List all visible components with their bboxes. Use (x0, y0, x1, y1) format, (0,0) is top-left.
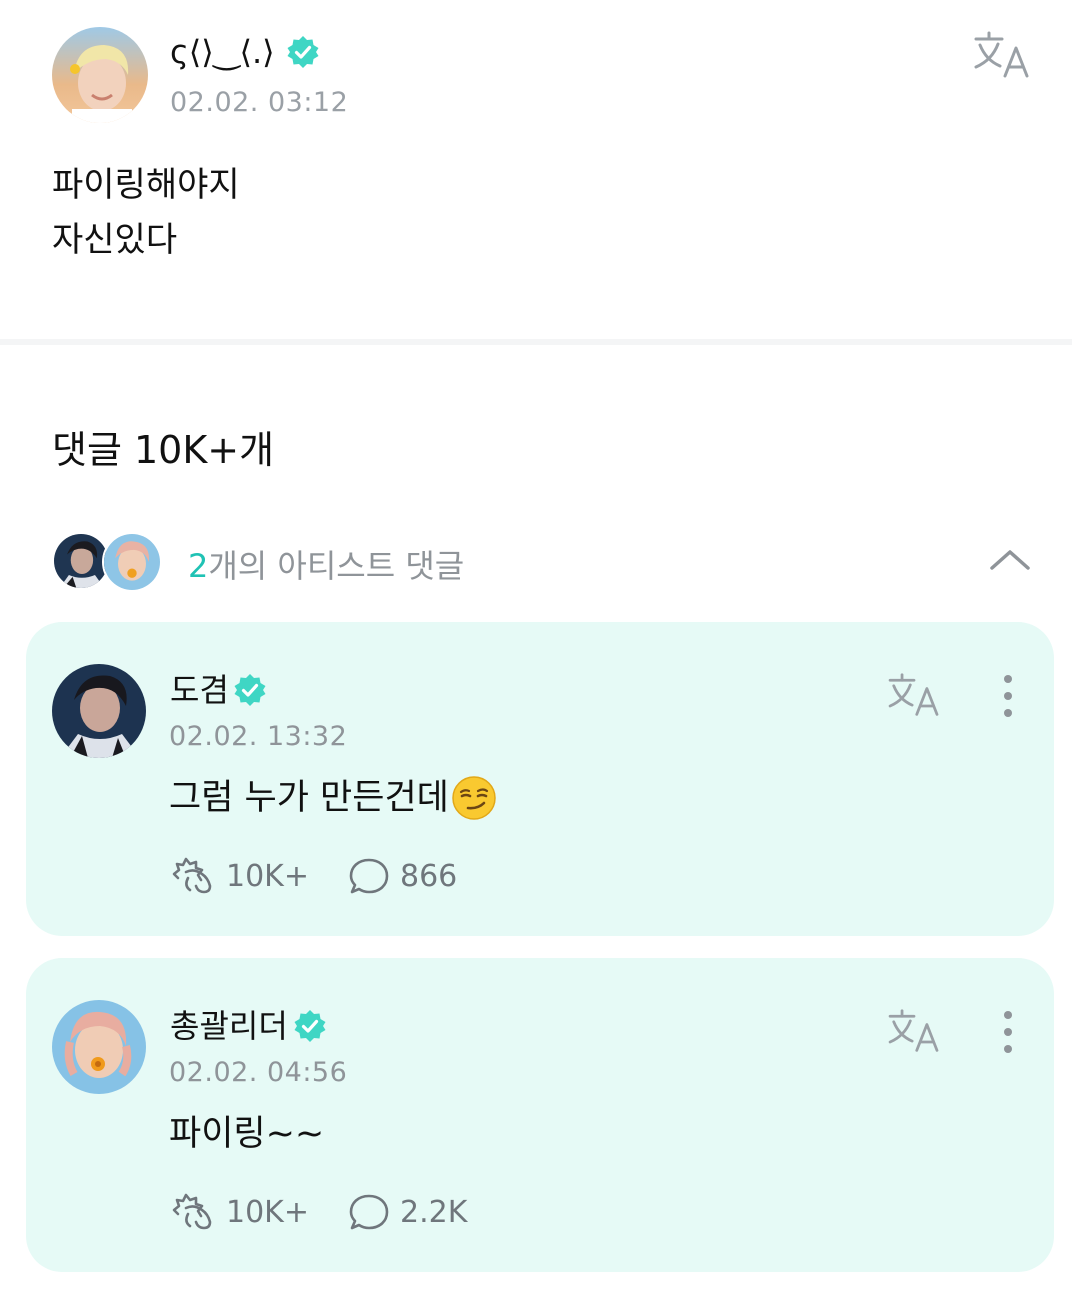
artist-comment-card: 총괄리더 02.02. 04:56 파이링~~ 10K+ 2.2K (26, 958, 1054, 1272)
chevron-up-icon[interactable] (986, 540, 1034, 580)
cheer-icon (172, 1193, 212, 1230)
more-vertical-icon[interactable] (998, 672, 1018, 722)
commenter-name[interactable]: 도겸 (170, 668, 229, 712)
post-line: 자신있다 (52, 220, 178, 260)
commenter-name[interactable]: 총괄리더 (170, 1004, 288, 1048)
verified-badge-icon (293, 1009, 327, 1043)
reply-count: 866 (400, 858, 458, 894)
artist-comment-label: 개의 아티스트 댓글 (208, 547, 465, 585)
cheer-count: 10K+ (226, 1194, 309, 1230)
verified-badge-icon (233, 673, 267, 707)
translate-icon[interactable] (886, 672, 942, 718)
translate-icon[interactable] (886, 1008, 942, 1054)
verified-badge-icon (286, 35, 320, 69)
comment-bubble-icon (349, 858, 389, 894)
section-divider (0, 339, 1072, 345)
artist-comments-toggle-label[interactable]: 2개의 아티스트 댓글 (188, 544, 464, 588)
cheer-icon (172, 857, 212, 894)
comment-timestamp: 02.02. 04:56 (169, 1057, 348, 1088)
cheer-button[interactable]: 10K+ (170, 1190, 309, 1234)
comment-text-content: 파이링~~ (169, 1114, 325, 1154)
reply-count: 2.2K (400, 1194, 468, 1230)
commenter-avatar[interactable] (52, 664, 146, 758)
post-line: 파이링해야지 (52, 165, 240, 205)
commenter-avatar[interactable] (52, 1000, 146, 1094)
translate-icon[interactable] (972, 30, 1032, 80)
smirk-face-icon (451, 775, 497, 821)
artist-avatar-scoups (102, 532, 162, 592)
comment-timestamp: 02.02. 13:32 (169, 721, 348, 752)
post-timestamp: 02.02. 03:12 (170, 87, 349, 118)
comment-text-content: 그럼 누가 만든건데 (169, 778, 449, 818)
comment-text: 그럼 누가 만든건데 (169, 772, 497, 824)
artist-avatars-stack[interactable] (52, 532, 164, 592)
more-vertical-icon[interactable] (998, 1008, 1018, 1058)
artist-comment-card: 도겸 02.02. 13:32 그럼 누가 만든건데 10K+ 866 (26, 622, 1054, 936)
comments-count-title: 댓글 10K+개 (52, 428, 275, 472)
post-author-avatar[interactable] (52, 27, 148, 123)
cheer-button[interactable]: 10K+ (170, 854, 309, 898)
cheer-count: 10K+ (226, 858, 309, 894)
reply-button[interactable]: 866 (348, 854, 457, 898)
post-author-name[interactable]: ς⟨⟩‿⟨.⟩ (170, 30, 275, 74)
artist-comment-count: 2 (188, 547, 209, 585)
reply-button[interactable]: 2.2K (348, 1190, 467, 1234)
post-body: 파이링해야지 자신있다 (52, 158, 240, 268)
comment-bubble-icon (349, 1194, 389, 1230)
comment-text: 파이링~~ (169, 1108, 324, 1160)
